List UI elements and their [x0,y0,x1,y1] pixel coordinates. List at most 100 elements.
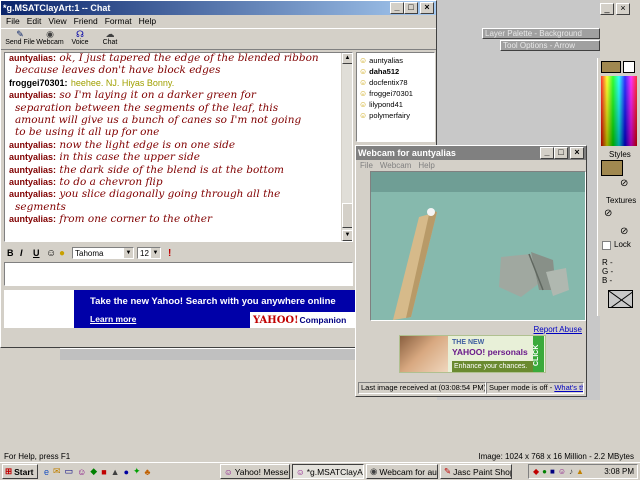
whats-this-link[interactable]: What's this? [554,383,583,392]
app-icon-6[interactable]: ♣ [145,467,151,477]
clock: 3:08 PM [604,467,634,476]
underline-button[interactable]: U [33,248,43,258]
lock-checkbox[interactable] [602,241,611,250]
messenger-icon[interactable]: ☺ [77,467,86,477]
tray-icon-1[interactable]: ◆ [533,467,539,476]
style-swatch[interactable] [601,160,623,176]
tool-options-titlebar[interactable]: Tool Options - Arrow [500,40,600,51]
layer-palette-titlebar[interactable]: Layer Palette - Background [482,28,600,39]
user-list-item[interactable]: ☺ auntyalias [359,55,432,66]
webcam-titlebar[interactable]: Webcam for auntyalias _ □ × [356,146,586,160]
user-list-items: ☺ auntyalias ☺ daha512 ☺ docfentix78 ☺ froggei7… [359,55,432,121]
tray-icon-5[interactable]: ♪ [569,467,573,476]
send-file-button[interactable]: ✎ Send File [5,29,35,49]
scroll-down-icon[interactable]: ▼ [342,230,352,241]
fg-swatch[interactable] [601,61,621,73]
message-nick[interactable]: auntyalias: [9,189,56,199]
menu-view[interactable]: View [48,15,66,28]
app-icon-2[interactable]: ■ [101,467,106,477]
italic-button[interactable]: I [20,248,30,258]
message-nick[interactable]: auntyalias: [9,152,56,162]
ad-learn-more-link[interactable]: Learn more [90,314,136,324]
message-nick[interactable]: auntyalias: [9,214,56,224]
maximize-icon[interactable]: □ [554,147,568,159]
tray-icon-4[interactable]: ☺ [558,467,566,476]
user-list-item[interactable]: ☺ polymerfairy [359,110,432,121]
tray-icon-2[interactable]: ● [542,467,547,476]
message-input[interactable] [4,262,353,286]
message-nick[interactable]: auntyalias: [9,53,56,63]
app-icon-5[interactable]: ✦ [133,466,141,477]
ie-icon[interactable]: e [44,467,49,477]
style-dropdown-icon[interactable]: ⊘ [620,178,634,190]
voice-button[interactable]: ☊ Voice [65,29,95,49]
user-list-item[interactable]: ☺ froggei70301 [359,88,432,99]
app-icon-1[interactable]: ◆ [90,466,97,477]
menu-edit[interactable]: Edit [27,15,42,28]
chat-message-line: auntyalias: now the light edge is on one… [9,139,352,151]
message-nick[interactable]: auntyalias: [9,90,56,100]
user-list-item[interactable]: ☺ lilypond41 [359,99,432,110]
smiley-icon[interactable]: ☺ [46,248,56,259]
close-icon[interactable]: × [570,147,584,159]
bold-button[interactable]: B [7,248,17,258]
report-abuse-link[interactable]: Report Abuse [534,325,582,334]
alert-icon[interactable]: ! [168,248,171,259]
tray-icon-3[interactable]: ■ [550,467,555,476]
color-spectrum[interactable] [601,76,637,146]
task-yahoo-messenger[interactable]: ☺ Yahoo! Messenger [220,464,290,479]
chat-button[interactable]: ☁ Chat [95,29,125,49]
personals-ad[interactable]: THE NEW YAHOO! personals Enhance your ch… [399,335,546,373]
user-face-icon: ☺ [359,78,368,87]
size-select[interactable]: 12 ▼ [137,247,161,259]
message-nick[interactable]: froggei70301: [9,78,68,88]
webcam-button[interactable]: ◉ Webcam [35,29,65,49]
color-icon[interactable]: ● [59,248,69,259]
super-mode-status: Super mode is off - What's this? [486,382,584,394]
background-screenshot-strip [60,348,355,360]
menu-friend[interactable]: Friend [74,15,98,28]
tray-icon-6[interactable]: ▲ [576,467,584,476]
transcript-scrollbar[interactable]: ▲ ▼ [341,53,352,241]
font-select[interactable]: Tahoma ▼ [72,247,134,259]
message-nick[interactable]: auntyalias: [9,177,56,187]
user-list-item[interactable]: ☺ daha512 [359,66,432,77]
message-text: from one corner to the other [59,213,213,226]
user-name: lilypond41 [369,100,403,109]
message-nick[interactable]: auntyalias: [9,140,56,150]
close-icon[interactable]: × [420,2,434,14]
task-paint-shop[interactable]: ✎ Jasc Paint Shop ... [440,464,512,479]
ad-personals-brand: YAHOO! personals [452,347,528,357]
message-nick[interactable]: auntyalias: [9,165,56,175]
scroll-up-icon[interactable]: ▲ [342,53,352,64]
texture-icon[interactable]: ⊘ [604,208,618,220]
minimize-icon[interactable]: _ [390,2,404,14]
chat-titlebar[interactable]: *g.MSATClayArt:1 -- Chat _ □ × [1,1,436,15]
start-button[interactable]: ⊞ Start [2,464,38,479]
no-color-box[interactable] [608,290,633,308]
chat-message-line: auntyalias: the dark side of the blend i… [9,164,352,176]
app-icon-4[interactable]: ● [124,467,129,477]
user-list-item[interactable]: ☺ docfentix78 [359,77,432,88]
task-chat-window[interactable]: ☺ *g.MSATClayA... [292,464,364,479]
yahoo-ad-banner[interactable]: Take the new Yahoo! Search with you anyw… [4,290,356,328]
desktop-icon[interactable]: ▭ [65,466,74,477]
app-icon-3[interactable]: ▲ [111,467,120,477]
close-icon[interactable]: × [616,3,630,15]
minimize-icon[interactable]: _ [540,147,554,159]
bg-swatch[interactable] [623,61,635,73]
scroll-thumb[interactable] [342,203,352,228]
windows-logo-icon: ⊞ [5,466,13,476]
texture-icon-2[interactable]: ⊘ [620,226,634,238]
ad-subtext: Enhance your chances. [452,361,534,372]
menu-format[interactable]: Format [105,15,132,28]
styles-label: Styles [609,150,631,159]
menu-help[interactable]: Help [139,15,156,28]
menu-file[interactable]: File [6,15,20,28]
task-webcam-window[interactable]: ◉ Webcam for aunt... [366,464,438,479]
maximize-icon[interactable]: □ [404,2,418,14]
outlook-icon[interactable]: ✉ [53,466,61,477]
chat-message-line: because leaves don't have block edges [9,64,352,76]
taskbar: ⊞ Start e ✉ ▭ ☺ ◆ ■ ▲ ● ✦ ♣ ☺ Yahoo! Mes… [0,462,640,480]
minimize-icon[interactable]: _ [600,3,614,15]
